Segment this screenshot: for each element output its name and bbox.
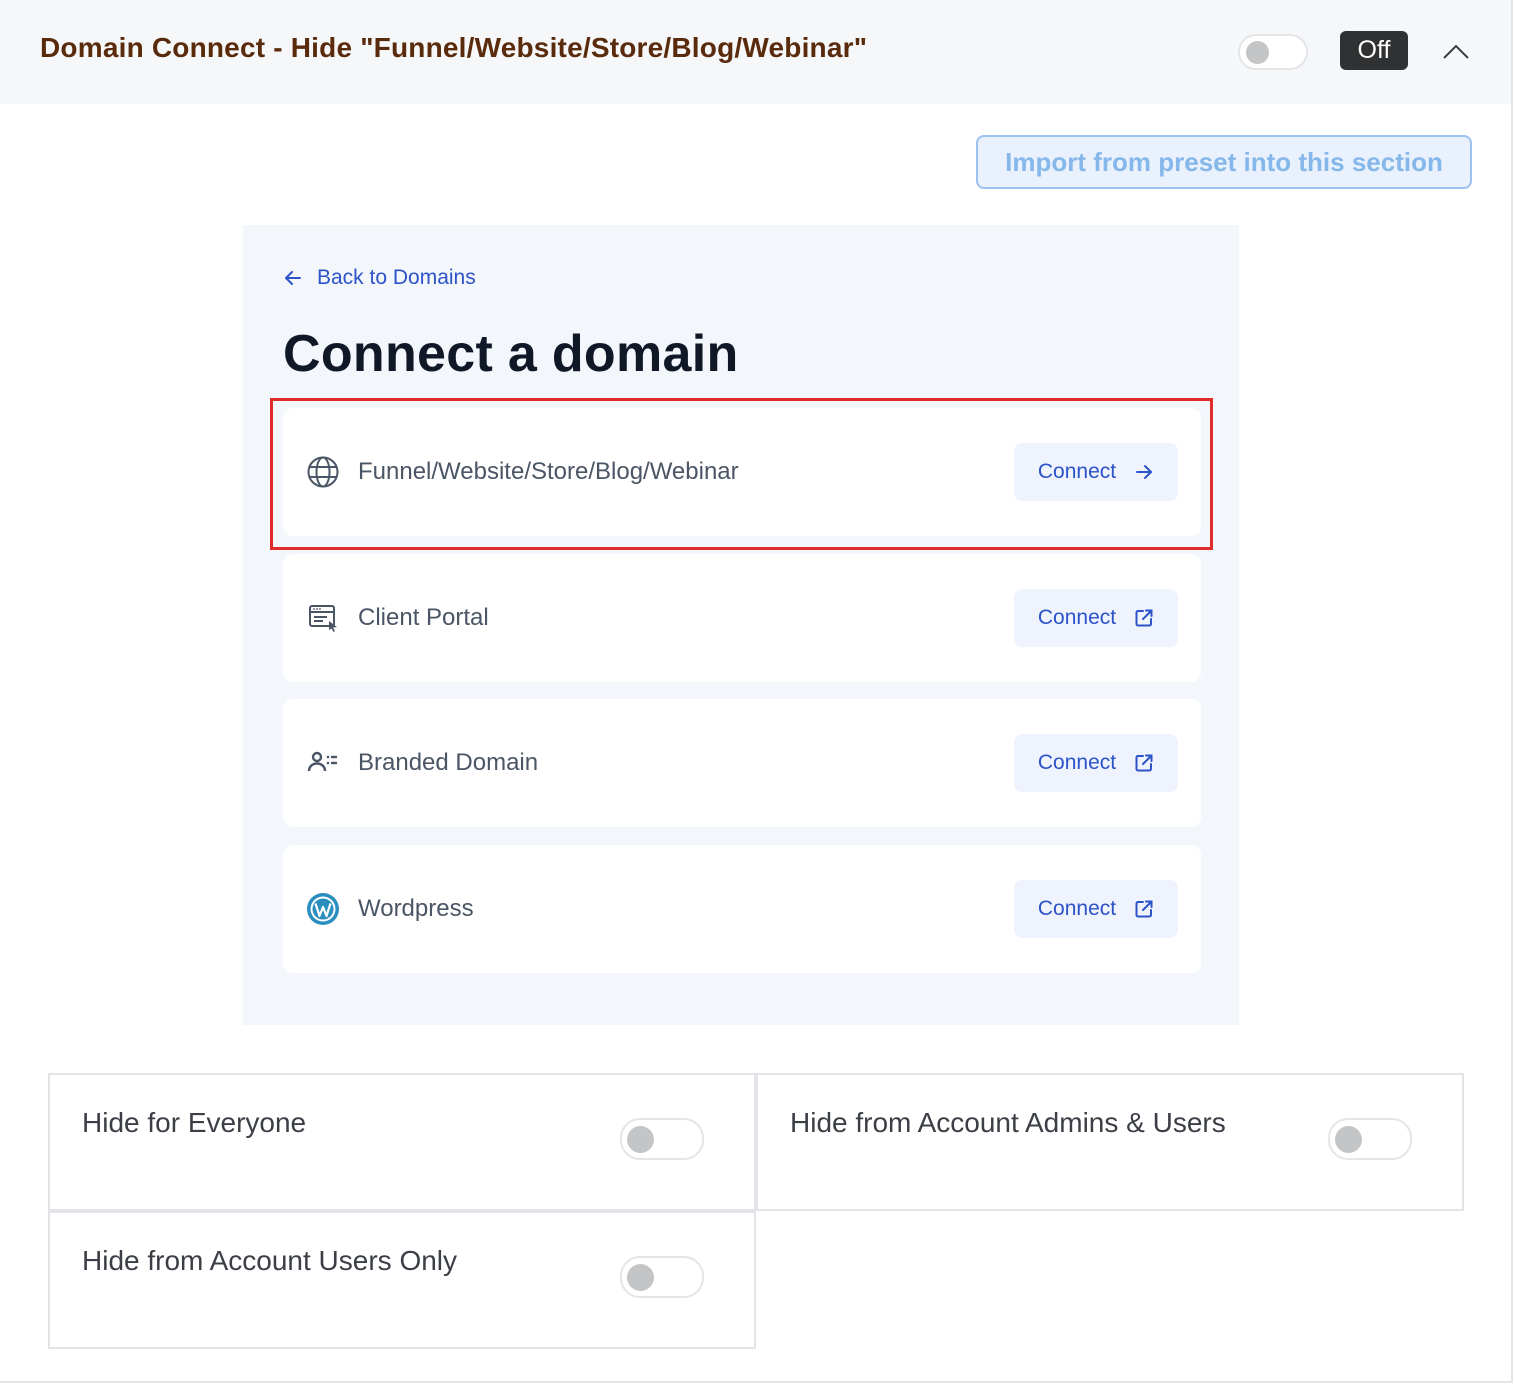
- connect-button[interactable]: Connect: [1014, 589, 1178, 647]
- toggle-knob: [1335, 1126, 1362, 1153]
- connect-button[interactable]: Connect: [1014, 880, 1178, 938]
- status-badge: Off: [1340, 31, 1408, 70]
- chevron-up-icon[interactable]: [1440, 36, 1472, 66]
- back-to-domains-link[interactable]: Back to Domains: [283, 264, 476, 292]
- option-hide-for-everyone: Hide for Everyone: [48, 1073, 756, 1211]
- import-from-preset-button[interactable]: Import from preset into this section: [976, 135, 1472, 189]
- option-hide-from-users-only: Hide from Account Users Only: [48, 1211, 756, 1349]
- domain-card-client-portal: Client Portal Connect: [283, 554, 1201, 682]
- hide-from-users-only-toggle[interactable]: [620, 1256, 704, 1298]
- settings-panel: Domain Connect - Hide "Funnel/Website/St…: [0, 0, 1513, 1383]
- wordpress-icon: [307, 893, 339, 925]
- page-title: Connect a domain: [283, 325, 739, 383]
- toggle-knob: [627, 1264, 654, 1291]
- option-label: Hide from Account Users Only: [82, 1245, 458, 1276]
- external-link-icon: [1135, 754, 1153, 772]
- back-link-label: Back to Domains: [317, 266, 476, 289]
- connect-label: Connect: [1037, 897, 1117, 920]
- connect-label: Connect: [1037, 751, 1117, 774]
- card-label: Branded Domain: [358, 749, 539, 776]
- domain-card-branded: Branded Domain Connect: [283, 699, 1201, 827]
- option-label: Hide from Account Admins & Users: [790, 1107, 1226, 1138]
- highlight-box: [270, 398, 1213, 550]
- connect-button[interactable]: Connect: [1014, 734, 1178, 792]
- external-link-icon: [1135, 900, 1153, 918]
- toggle-knob: [627, 1126, 654, 1153]
- section-title: Domain Connect - Hide "Funnel/Website/St…: [40, 32, 868, 63]
- option-label: Hide for Everyone: [82, 1107, 307, 1138]
- connect-label: Connect: [1037, 606, 1117, 629]
- section-header: Domain Connect - Hide "Funnel/Website/St…: [0, 0, 1511, 104]
- branded-domain-icon: [307, 751, 337, 772]
- domain-card-wordpress: Wordpress Connect: [283, 845, 1201, 973]
- hide-from-admins-users-toggle[interactable]: [1328, 1118, 1412, 1160]
- client-portal-icon: [309, 605, 337, 632]
- arrow-left-icon: [285, 271, 301, 285]
- card-label: Wordpress: [358, 895, 474, 922]
- section-toggle[interactable]: [1238, 34, 1308, 70]
- external-link-icon: [1135, 609, 1153, 627]
- hide-for-everyone-toggle[interactable]: [620, 1118, 704, 1160]
- toggle-knob: [1246, 41, 1269, 64]
- option-hide-from-admins-users: Hide from Account Admins & Users: [756, 1073, 1464, 1211]
- card-label: Client Portal: [358, 604, 489, 631]
